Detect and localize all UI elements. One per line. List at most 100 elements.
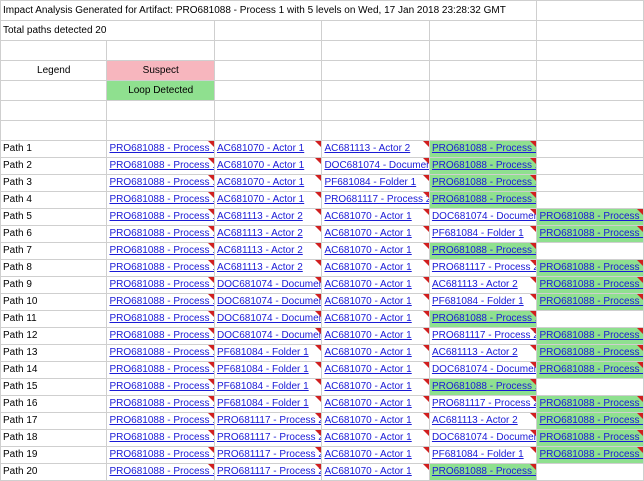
artifact-link[interactable]: DOC681074 - Document 1 — [432, 432, 536, 443]
artifact-link[interactable]: PRO681088 - Process 1 — [539, 398, 642, 409]
artifact-link[interactable]: AC681070 - Actor 1 — [324, 262, 411, 273]
artifact-link[interactable]: AC681070 - Actor 1 — [324, 330, 411, 341]
artifact-link[interactable]: PRO681088 - Process 1 — [109, 177, 213, 188]
artifact-link[interactable]: AC681070 - Actor 1 — [217, 160, 304, 171]
artifact-link[interactable]: PF681084 - Folder 1 — [217, 398, 309, 409]
artifact-link[interactable]: AC681070 - Actor 1 — [324, 381, 411, 392]
artifact-link[interactable]: AC681113 - Actor 2 — [324, 143, 410, 154]
artifact-link[interactable]: AC681113 - Actor 2 — [217, 228, 303, 239]
artifact-link[interactable]: PRO681088 - Process 1 — [539, 279, 642, 290]
artifact-link[interactable]: PF681084 - Folder 1 — [217, 364, 309, 375]
artifact-link[interactable]: PF681084 - Folder 1 — [432, 296, 524, 307]
artifact-link[interactable]: PRO681117 - Process 2 — [432, 398, 536, 409]
artifact-link[interactable]: PF681084 - Folder 1 — [217, 347, 309, 358]
artifact-link[interactable]: AC681070 - Actor 1 — [217, 177, 304, 188]
artifact-link[interactable]: PF681084 - Folder 1 — [432, 228, 524, 239]
artifact-link[interactable]: AC681070 - Actor 1 — [324, 228, 411, 239]
artifact-link[interactable]: PRO681117 - Process 2 — [432, 262, 536, 273]
artifact-link[interactable]: PRO681088 - Process 1 — [109, 347, 213, 358]
artifact-link[interactable]: PRO681088 - Process 1 — [109, 228, 213, 239]
artifact-link[interactable]: AC681070 - Actor 1 — [324, 398, 411, 409]
artifact-link[interactable]: PRO681088 - Process 1 — [109, 313, 213, 324]
artifact-link[interactable]: AC681070 - Actor 1 — [324, 211, 411, 222]
artifact-link[interactable]: AC681070 - Actor 1 — [324, 245, 411, 256]
artifact-link[interactable]: PRO681088 - Process 1 — [109, 245, 213, 256]
artifact-link[interactable]: PRO681088 - Process 1 — [432, 466, 536, 477]
artifact-link[interactable]: AC681070 - Actor 1 — [217, 194, 304, 205]
artifact-cell: AC681070 - Actor 1 — [321, 446, 430, 464]
artifact-link[interactable]: PRO681088 - Process 1 — [432, 160, 536, 171]
artifact-link[interactable]: PRO681088 - Process 1 — [109, 398, 213, 409]
artifact-link[interactable]: PRO681088 - Process 1 — [539, 211, 642, 222]
artifact-link[interactable]: PRO681088 - Process 1 — [539, 228, 642, 239]
artifact-link[interactable]: AC681070 - Actor 1 — [324, 466, 411, 477]
artifact-link[interactable]: PRO681117 - Process 2 — [217, 449, 321, 460]
artifact-link[interactable]: AC681070 - Actor 1 — [324, 415, 411, 426]
artifact-link[interactable]: PRO681088 - Process 1 — [432, 381, 536, 392]
artifact-link[interactable]: PRO681088 - Process 1 — [539, 415, 642, 426]
artifact-link[interactable]: DOC681074 - Document 1 — [432, 364, 536, 375]
artifact-link[interactable]: PRO681088 - Process 1 — [109, 279, 213, 290]
artifact-link[interactable]: PRO681088 - Process 1 — [539, 296, 642, 307]
path-label: Path 15 — [0, 378, 108, 396]
artifact-link[interactable]: DOC681074 - Document 1 — [217, 330, 321, 341]
comment-flag-icon — [637, 260, 643, 266]
artifact-link[interactable]: PRO681088 - Process 1 — [109, 143, 213, 154]
artifact-link[interactable]: DOC681074 - Document 1 — [217, 279, 321, 290]
artifact-link[interactable]: PRO681088 - Process 1 — [109, 330, 213, 341]
artifact-link[interactable]: AC681070 - Actor 1 — [324, 296, 411, 307]
artifact-link[interactable]: PF681084 - Folder 1 — [217, 381, 309, 392]
comment-flag-icon — [315, 158, 321, 164]
artifact-link[interactable]: PRO681088 - Process 1 — [539, 432, 642, 443]
artifact-cell: PF681084 - Folder 1 — [213, 378, 323, 396]
artifact-link[interactable]: DOC681074 - Document 1 — [217, 313, 321, 324]
artifact-link[interactable]: AC681113 - Actor 2 — [217, 245, 303, 256]
path-label: Path 20 — [0, 463, 108, 481]
artifact-link[interactable]: DOC681074 - Document 1 — [324, 160, 428, 171]
artifact-link[interactable]: AC681113 - Actor 2 — [432, 279, 518, 290]
artifact-link[interactable]: PRO681117 - Process 2 — [324, 194, 428, 205]
artifact-link[interactable]: PRO681088 - Process 1 — [432, 143, 536, 154]
artifact-link[interactable]: PRO681088 - Process 1 — [109, 296, 213, 307]
artifact-link[interactable]: PF681084 - Folder 1 — [324, 177, 416, 188]
artifact-link[interactable]: PRO681088 - Process 1 — [109, 262, 213, 273]
artifact-link[interactable]: PRO681088 - Process 1 — [539, 364, 642, 375]
artifact-link[interactable]: PRO681088 - Process 1 — [539, 330, 642, 341]
artifact-link[interactable]: PRO681088 - Process 1 — [109, 432, 213, 443]
artifact-link[interactable]: PRO681088 - Process 1 — [539, 347, 642, 358]
artifact-link[interactable]: AC681070 - Actor 1 — [324, 313, 411, 324]
artifact-link[interactable]: AC681113 - Actor 2 — [217, 211, 303, 222]
artifact-link[interactable]: PRO681088 - Process 1 — [539, 262, 642, 273]
artifact-link[interactable]: PF681084 - Folder 1 — [432, 449, 524, 460]
artifact-link[interactable]: AC681113 - Actor 2 — [432, 347, 518, 358]
artifact-link[interactable]: PRO681088 - Process 1 — [109, 194, 213, 205]
artifact-link[interactable]: PRO681088 - Process 1 — [539, 449, 642, 460]
artifact-link[interactable]: AC681070 - Actor 1 — [217, 143, 304, 154]
artifact-link[interactable]: PRO681088 - Process 1 — [109, 415, 213, 426]
artifact-link[interactable]: AC681070 - Actor 1 — [324, 432, 411, 443]
artifact-link[interactable]: PRO681088 - Process 1 — [432, 245, 536, 256]
artifact-link[interactable]: PRO681088 - Process 1 — [432, 177, 536, 188]
artifact-link[interactable]: PRO681117 - Process 2 — [217, 466, 321, 477]
artifact-link[interactable]: AC681070 - Actor 1 — [324, 279, 411, 290]
artifact-link[interactable]: PRO681088 - Process 1 — [109, 466, 213, 477]
artifact-link[interactable]: AC681113 - Actor 2 — [432, 415, 518, 426]
comment-flag-icon — [422, 209, 429, 215]
artifact-link[interactable]: PRO681117 - Process 2 — [217, 415, 321, 426]
artifact-link[interactable]: PRO681088 - Process 1 — [432, 194, 536, 205]
artifact-link[interactable]: PRO681088 - Process 1 — [109, 364, 213, 375]
artifact-link[interactable]: AC681070 - Actor 1 — [324, 364, 411, 375]
artifact-link[interactable]: PRO681088 - Process 1 — [109, 449, 213, 460]
artifact-cell: PRO681088 - Process 1 — [106, 191, 215, 209]
artifact-link[interactable]: AC681070 - Actor 1 — [324, 347, 411, 358]
artifact-link[interactable]: PRO681088 - Process 1 — [432, 313, 536, 324]
artifact-link[interactable]: DOC681074 - Document 1 — [432, 211, 536, 222]
artifact-link[interactable]: DOC681074 - Document 1 — [217, 296, 321, 307]
artifact-link[interactable]: PRO681117 - Process 2 — [432, 330, 536, 341]
artifact-link[interactable]: PRO681088 - Process 1 — [109, 381, 213, 392]
artifact-link[interactable]: PRO681117 - Process 2 — [217, 432, 321, 443]
artifact-link[interactable]: AC681113 - Actor 2 — [217, 262, 303, 273]
artifact-link[interactable]: PRO681088 - Process 1 — [109, 211, 213, 222]
artifact-link[interactable]: AC681070 - Actor 1 — [324, 449, 411, 460]
artifact-link[interactable]: PRO681088 - Process 1 — [109, 160, 213, 171]
